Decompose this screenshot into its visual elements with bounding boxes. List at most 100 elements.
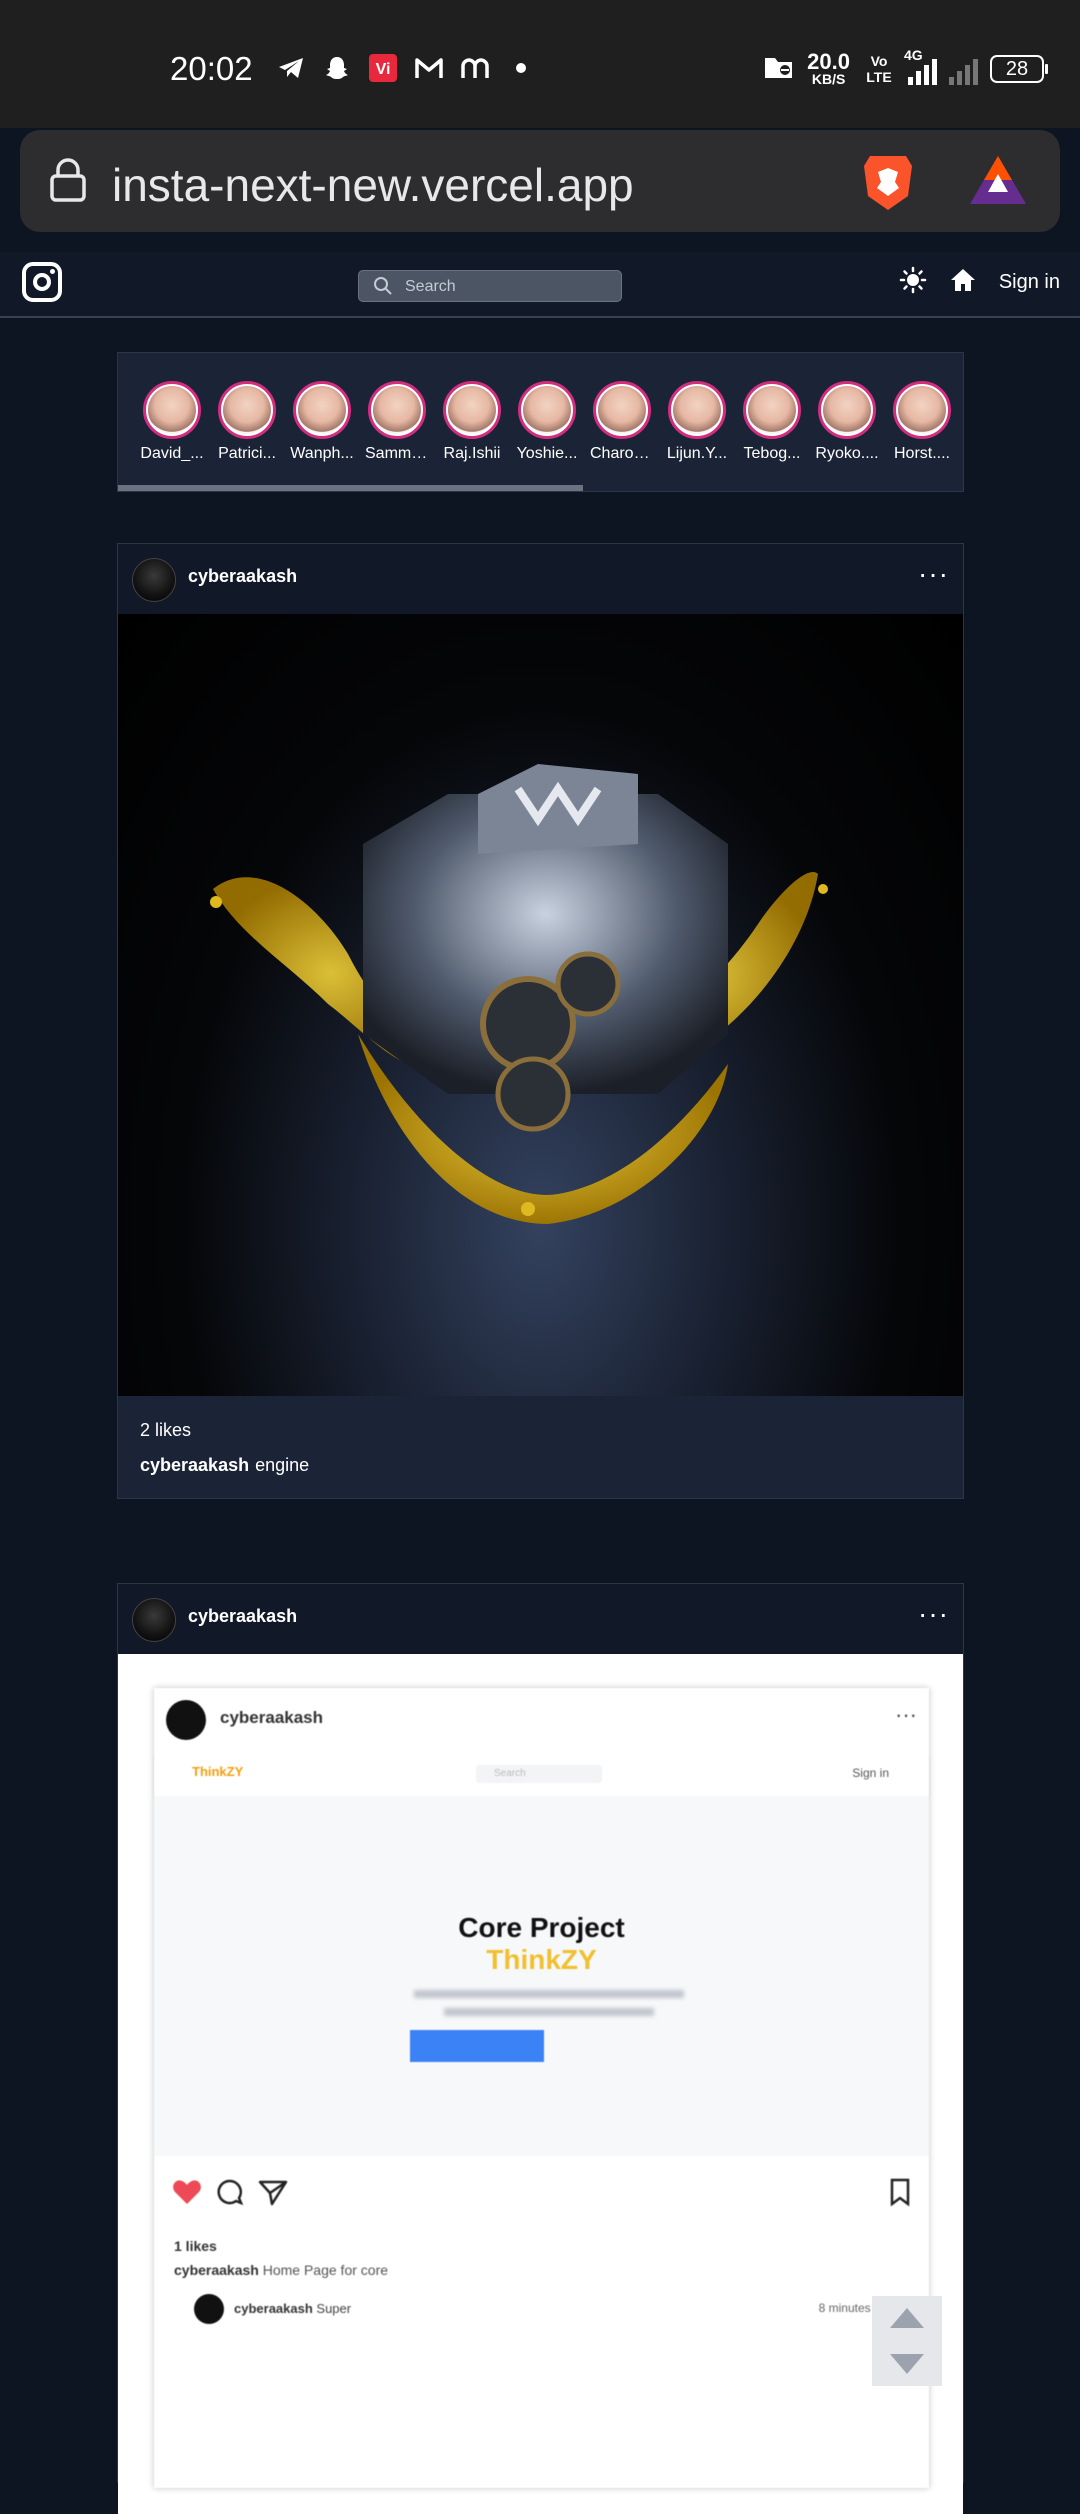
story-item[interactable]: Lijun.Y... [667, 381, 727, 463]
embedded-caption-text: Home Page for core [262, 2262, 389, 2278]
post-caption: cyberaakash engine [140, 1455, 941, 1476]
embedded-topnav: ThinkZY Search Sign in [154, 1754, 929, 1796]
embedded-likes: 1 likes [174, 2238, 217, 2254]
vi-app-icon: Vi [367, 52, 399, 84]
story-avatar [893, 381, 951, 439]
embedded-actions: 1 likes cyberaakash Home Page for core c… [154, 2156, 929, 2324]
status-time: 20:02 [170, 50, 253, 87]
data-saver-icon [763, 54, 795, 85]
embedded-header: cyberaakash ··· [154, 1688, 929, 1754]
embedded-hero-text-line [444, 2008, 654, 2016]
story-username: Lijun.Y... [666, 445, 728, 462]
svg-text:Vi: Vi [376, 61, 391, 78]
caption-username[interactable]: cyberaakash [140, 1455, 249, 1475]
search-icon [373, 276, 393, 301]
post-options-button[interactable]: ··· [918, 1598, 949, 1630]
story-item[interactable]: Wanph... [290, 381, 354, 463]
story-avatar [143, 381, 201, 439]
story-username: Raj.Ishii [443, 445, 501, 462]
network-speed: 20.0 KB/S [807, 49, 850, 87]
story-item[interactable]: Raj.Ishii [442, 381, 502, 463]
instagram-logo-icon[interactable] [22, 262, 62, 302]
share-icon [258, 2178, 288, 2211]
theme-toggle-sun-icon[interactable] [899, 266, 927, 299]
post-likes-count[interactable]: 2 likes [140, 1420, 941, 1441]
story-avatar [293, 381, 351, 439]
story-username: Horst.... [893, 445, 950, 462]
sign-in-link[interactable]: Sign in [999, 271, 1060, 294]
gmail-icon [413, 52, 445, 84]
bat-rewards-icon[interactable] [968, 152, 1028, 213]
embedded-hero-title: Core Project [458, 1912, 625, 1943]
url-text[interactable]: insta-next-new.vercel.app [112, 158, 634, 212]
embedded-comment: cyberaakash Super 8 minutes ago [194, 2294, 894, 2326]
story-item[interactable]: David_... [140, 381, 204, 463]
story-avatar [368, 381, 426, 439]
stories-strip[interactable]: David_... Patrici... Wanph... Sammy... R… [117, 352, 964, 492]
embedded-signin: Sign in [852, 1766, 889, 1780]
signal-4g-icon: 4G [904, 47, 937, 85]
home-icon[interactable] [949, 266, 977, 299]
story-avatar [593, 381, 651, 439]
story-username: Wanph... [290, 445, 354, 462]
post-author-username[interactable]: cyberaakash [188, 566, 297, 587]
app-navbar: Sign in [0, 252, 1080, 318]
scroll-up-icon[interactable] [888, 2306, 926, 2335]
engine-illustration [210, 764, 828, 1224]
volte-indicator: Vo LTE [866, 53, 892, 85]
system-icons: 20.0 KB/S Vo LTE 4G 28 [763, 47, 1048, 87]
story-avatar [668, 381, 726, 439]
search-input[interactable] [403, 275, 607, 299]
brave-shield-icon[interactable] [858, 150, 918, 219]
post-image-screenshot[interactable]: cyberaakash ··· ThinkZY Search Sign in C… [118, 1654, 963, 2514]
story-item[interactable]: Charoe... [590, 381, 654, 463]
post-card: cyberaakash ··· 2 likes cyberaakash engi… [117, 543, 964, 1499]
story-username: Charoe... [590, 445, 654, 462]
story-avatar [218, 381, 276, 439]
battery-indicator: 28 [990, 55, 1048, 83]
network-speed-value: 20.0 [807, 49, 850, 74]
post-options-button[interactable]: ··· [918, 558, 949, 590]
embedded-hero-secondary-button [584, 2030, 664, 2062]
stories-scrollbar-thumb[interactable] [118, 485, 583, 491]
story-username: Tebog... [743, 445, 801, 462]
embedded-options-icon: ··· [895, 1702, 917, 1727]
embedded-comment-body: Super [316, 2301, 352, 2316]
scroll-down-icon[interactable] [888, 2352, 926, 2381]
story-item[interactable]: Tebog... [742, 381, 802, 463]
bookmark-icon [889, 2178, 911, 2211]
lock-icon[interactable] [48, 156, 88, 209]
embedded-comment-avatar [194, 2294, 224, 2324]
scroll-arrows-widget[interactable] [872, 2296, 942, 2386]
nav-actions: Sign in [899, 266, 1060, 299]
story-item[interactable]: Ryoko.... [815, 381, 879, 463]
stories-list: David_... Patrici... Wanph... Sammy... R… [140, 381, 952, 463]
story-item[interactable]: Sammy... [365, 381, 429, 463]
embedded-brand: ThinkZY [192, 1764, 244, 1779]
story-item[interactable]: Yoshie... [517, 381, 577, 463]
post-image-engine[interactable] [118, 614, 963, 1396]
story-username: Yoshie... [516, 445, 578, 462]
signal-sim2-icon [949, 53, 978, 85]
embedded-comment-text: cyberaakash Super [234, 2301, 351, 2316]
story-username: David_... [140, 445, 204, 462]
post-footer: 2 likes cyberaakash engine [118, 1396, 963, 1500]
embedded-hero: Core Project ThinkZY [154, 1796, 929, 2156]
story-item[interactable]: Horst.... [892, 381, 952, 463]
post-author-avatar[interactable] [132, 1598, 176, 1642]
post-header: cyberaakash ··· [118, 544, 963, 614]
network-speed-unit: KB/S [811, 71, 846, 87]
post-header: cyberaakash ··· [118, 1584, 963, 1654]
post-author-avatar[interactable] [132, 558, 176, 602]
story-item[interactable]: Patrici... [217, 381, 277, 463]
more-notifications-dot-icon [505, 52, 537, 84]
embedded-username: cyberaakash [220, 1708, 324, 1727]
story-avatar [443, 381, 501, 439]
stories-scrollbar[interactable] [118, 485, 963, 491]
search-box[interactable] [358, 270, 622, 302]
browser-url-bar[interactable]: insta-next-new.vercel.app [20, 130, 1060, 232]
story-username: Ryoko.... [815, 445, 879, 462]
post-author-username[interactable]: cyberaakash [188, 1606, 297, 1627]
story-avatar [743, 381, 801, 439]
status-bar: 20:02 Vi 20.0 KB/S Vo LTE 4G 28 [0, 0, 1080, 128]
